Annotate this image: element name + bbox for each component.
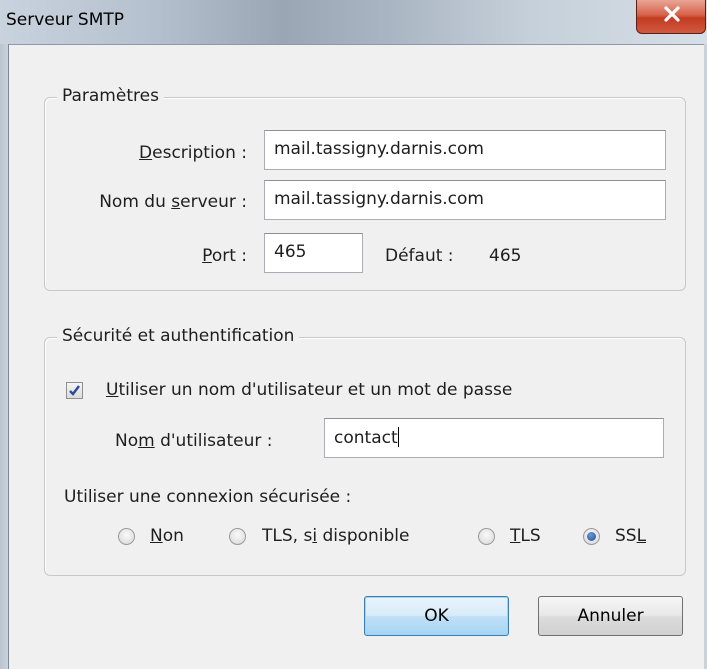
server-name-label: Nom du serveur : xyxy=(99,192,247,212)
window-title: Serveur SMTP xyxy=(6,10,125,30)
radio-tls[interactable] xyxy=(478,528,495,545)
radio-tls-if-available-label-prefix: TLS, s xyxy=(262,526,313,546)
username-input-value: contact xyxy=(334,428,398,448)
secure-connection-label: Utiliser une connexion sécurisée : xyxy=(64,487,352,507)
checkmark-icon xyxy=(69,385,80,396)
cancel-button[interactable]: Annuler xyxy=(538,596,683,636)
radio-tls-accesskey: T xyxy=(510,526,521,546)
radio-tls-label-text: LS xyxy=(520,526,541,546)
radio-none-accesskey: N xyxy=(150,526,163,546)
port-label: Port : xyxy=(202,246,247,266)
radio-ssl-accesskey: L xyxy=(636,526,647,546)
default-port-label: Défaut : xyxy=(385,246,454,266)
server-name-label-prefix: Nom du xyxy=(99,192,172,212)
window-frame-left xyxy=(0,44,8,669)
radio-ssl[interactable] xyxy=(583,528,600,545)
port-label-text: ort : xyxy=(211,246,247,266)
username-input[interactable]: contact xyxy=(324,418,664,458)
use-credentials-accesskey: U xyxy=(106,380,119,400)
port-input[interactable]: 465 xyxy=(264,233,363,273)
use-credentials-label: Utiliser un nom d'utilisateur et un mot … xyxy=(106,380,512,400)
radio-none[interactable] xyxy=(118,528,135,545)
username-label: Nom d'utilisateur : xyxy=(115,431,272,451)
radio-tls-if-available-label-text: disponible xyxy=(317,526,410,546)
title-bar: Serveur SMTP xyxy=(0,0,707,45)
use-credentials-checkbox[interactable] xyxy=(66,382,83,399)
close-icon xyxy=(664,6,680,22)
radio-none-label-text: on xyxy=(162,526,184,546)
server-name-input[interactable]: mail.tassigny.darnis.com xyxy=(264,180,666,220)
ok-button[interactable]: OK xyxy=(364,596,509,636)
parametres-group-title: Paramètres xyxy=(57,86,164,106)
radio-tls-label: TLS xyxy=(510,526,541,546)
close-button[interactable] xyxy=(636,0,706,34)
text-caret xyxy=(397,427,399,447)
radio-tls-if-available-label: TLS, si disponible xyxy=(262,526,409,546)
description-label-accesskey: D xyxy=(139,143,153,163)
default-port-value: 465 xyxy=(489,246,522,266)
window-frame-edge xyxy=(8,44,9,669)
radio-ssl-label: SSL xyxy=(615,526,646,546)
use-credentials-text: tiliser un nom d'utilisateur et un mot d… xyxy=(118,380,513,400)
radio-tls-if-available[interactable] xyxy=(229,528,246,545)
radio-ssl-label-prefix: SS xyxy=(615,526,637,546)
username-label-accesskey: m xyxy=(138,431,155,451)
description-label-text: escription : xyxy=(152,143,247,163)
username-label-prefix: No xyxy=(115,431,139,451)
server-name-label-accesskey: s xyxy=(171,192,181,212)
security-group-title: Sécurité et authentification xyxy=(57,326,300,346)
port-label-accesskey: P xyxy=(202,246,212,266)
username-label-text: d'utilisateur : xyxy=(154,431,273,451)
description-input[interactable]: mail.tassigny.darnis.com xyxy=(264,130,666,170)
description-label: Description : xyxy=(139,143,247,163)
server-name-label-text: erveur : xyxy=(180,192,247,212)
radio-none-label: Non xyxy=(150,526,184,546)
